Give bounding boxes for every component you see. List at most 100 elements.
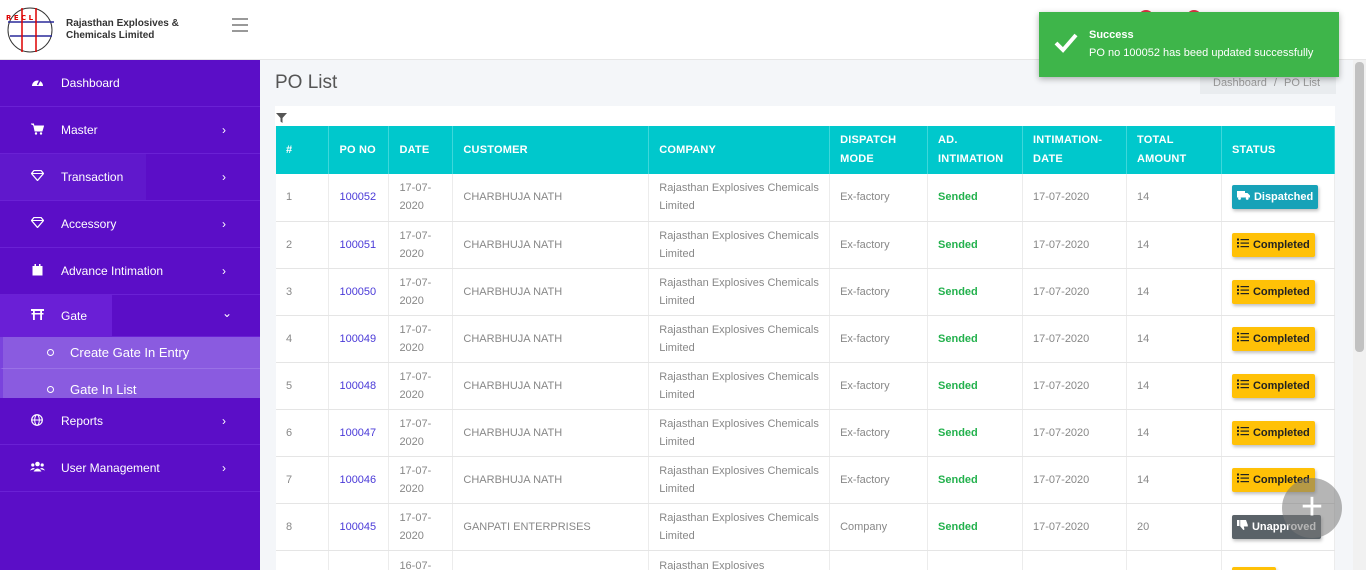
row-number: 4 [276,315,330,363]
table-row: 4 100049 17-07-2020 CHARBHUJA NATH Rajas… [276,315,1336,363]
ad-intimation-status: Sended [927,362,1024,410]
intimation-date: 17-07-2020 [1022,456,1127,504]
status-label: Dispatched [1253,191,1314,204]
ad-intimation-status: Sended [927,174,1024,222]
column-header-intimation-date[interactable]: INTIMATION-DATE [1022,126,1127,174]
sidebar-item-user-management[interactable]: User Management › [0,445,260,492]
status-badge-completed[interactable]: Completed [1231,420,1315,445]
po-number-link[interactable]: 100046 [328,456,390,504]
chevron-right-icon: › [222,414,226,428]
status-badge-completed[interactable]: Completed [1231,373,1315,398]
po-number-link[interactable]: 100047 [328,409,390,457]
po-number-link[interactable]: 100045 [328,503,390,551]
total-amount: 14 [1126,221,1222,269]
column-header-total-amount[interactable]: TOTAL AMOUNT [1126,126,1222,174]
column-header-company[interactable]: COMPANY [648,126,831,174]
po-table: # PO NO DATE CUSTOMER COMPANY DISPATCH M… [276,126,1336,570]
customer-name: CHARBHUJA NATH [452,315,650,363]
column-header-date[interactable]: DATE [388,126,454,174]
success-toast[interactable]: Success PO no 100052 has beed updated su… [1039,12,1339,77]
customer-name: CHARBHUJA NATH [452,409,650,457]
dispatch-mode: Ex-factory [829,174,929,222]
company-name: Rajasthan Explosives Chemicals Limited [648,174,831,222]
total-amount: 14 [1126,409,1222,457]
column-header-customer[interactable]: CUSTOMER [452,126,650,174]
sidebar-item-gate[interactable]: Gate ⌄ [0,295,260,337]
column-header-ad-intimation[interactable]: AD. INTIMATION [927,126,1024,174]
sidebar-subitem-create-gate-in-entry[interactable]: Create Gate In Entry [0,337,260,368]
truck-icon [1236,188,1250,206]
total-amount [1126,550,1222,570]
company-name: Rajasthan Explosives Chemicals Limited [648,362,831,410]
po-number-link[interactable] [328,550,390,570]
scrollbar[interactable] [1353,60,1366,570]
sidebar-item-dashboard[interactable]: Dashboard [0,60,260,107]
po-number-link[interactable]: 100048 [328,362,390,410]
column-header-number[interactable]: # [276,126,330,174]
toast-title: Success [1089,29,1134,41]
cart-icon [28,123,46,138]
brand[interactable]: R E C L Rajasthan Explosives & Chemicals… [0,0,260,60]
po-number-link[interactable]: 100052 [328,174,390,222]
total-amount: 14 [1126,456,1222,504]
status-label: Completed [1252,285,1310,298]
company-name: Rajasthan Explosives Chemicals Limited [648,221,831,269]
sidebar-item-master[interactable]: Master › [0,107,260,154]
po-number-link[interactable]: 100050 [328,268,390,316]
table-row: 16-07- Rajasthan Explosives [276,550,1336,570]
scrollbar-thumb[interactable] [1355,62,1364,352]
po-number-link[interactable]: 100051 [328,221,390,269]
diamond-icon [28,169,46,184]
column-header-status[interactable]: STATUS [1221,126,1336,174]
sidebar-subitem-gate-in-list[interactable]: Gate In List [0,368,260,398]
row-number: 3 [276,268,330,316]
filter-icon[interactable] [276,110,287,123]
po-number-link[interactable]: 100049 [328,315,390,363]
sidebar-subitem-label: Create Gate In Entry [70,345,190,360]
status-badge-dispatched[interactable]: Dispatched [1231,185,1319,210]
sidebar-item-label: Master [61,123,98,137]
sidebar-item-transaction[interactable]: Transaction › [0,154,260,201]
row-number: 6 [276,409,330,457]
table-row: 3 100050 17-07-2020 CHARBHUJA NATH Rajas… [276,268,1336,316]
breadcrumb-home-link[interactable]: Dashboard [1213,77,1267,89]
status-label: Completed [1252,238,1310,251]
column-header-po-no[interactable]: PO NO [328,126,390,174]
status-badge-completed[interactable]: Completed [1231,326,1315,351]
po-date: 17-07-2020 [388,174,454,222]
intimation-date: 17-07-2020 [1022,362,1127,410]
brand-line-1: Rajasthan Explosives & [66,18,179,29]
dispatch-mode: Company [829,503,929,551]
sidebar-item-label: User Management [61,461,160,475]
intimation-date: 17-07-2020 [1022,221,1127,269]
dispatch-mode: Ex-factory [829,315,929,363]
company-logo: R E C L [0,0,64,60]
table-row: 8 100045 17-07-2020 GANPATI ENTERPRISES … [276,503,1336,551]
ad-intimation-status: Sended [927,221,1024,269]
menu-toggle-icon[interactable] [232,18,248,32]
sidebar-item-advance-intimation[interactable]: Advance Intimation › [0,248,260,295]
intimation-date: 17-07-2020 [1022,409,1127,457]
row-number: 1 [276,174,330,222]
gate-icon [28,308,46,323]
status-badge-completed[interactable]: Completed [1231,279,1315,304]
total-amount: 14 [1126,174,1222,222]
toast-message: PO no 100052 has beed updated successful… [1089,47,1314,59]
table-row: 1 100052 17-07-2020 CHARBHUJA NATH Rajas… [276,174,1336,222]
sidebar-item-label: Gate [61,308,88,323]
customer-name: CHARBHUJA NATH [452,456,650,504]
ad-intimation-status: Sended [927,409,1024,457]
status-badge-completed[interactable] [1231,566,1276,570]
total-amount: 14 [1126,362,1222,410]
sidebar-item-reports[interactable]: Reports › [0,398,260,445]
status-badge-completed[interactable]: Completed [1231,232,1315,257]
add-button[interactable]: + [1282,478,1342,538]
chevron-right-icon: › [222,123,226,137]
sidebar-item-accessory[interactable]: Accessory › [0,201,260,248]
column-header-dispatch-mode[interactable]: DISPATCH MODE [829,126,929,174]
circle-icon [47,386,54,393]
tasks-icon [1236,377,1249,395]
intimation-date [1022,550,1127,570]
svg-text:R E C L: R E C L [6,14,34,22]
customer-name [452,550,650,570]
